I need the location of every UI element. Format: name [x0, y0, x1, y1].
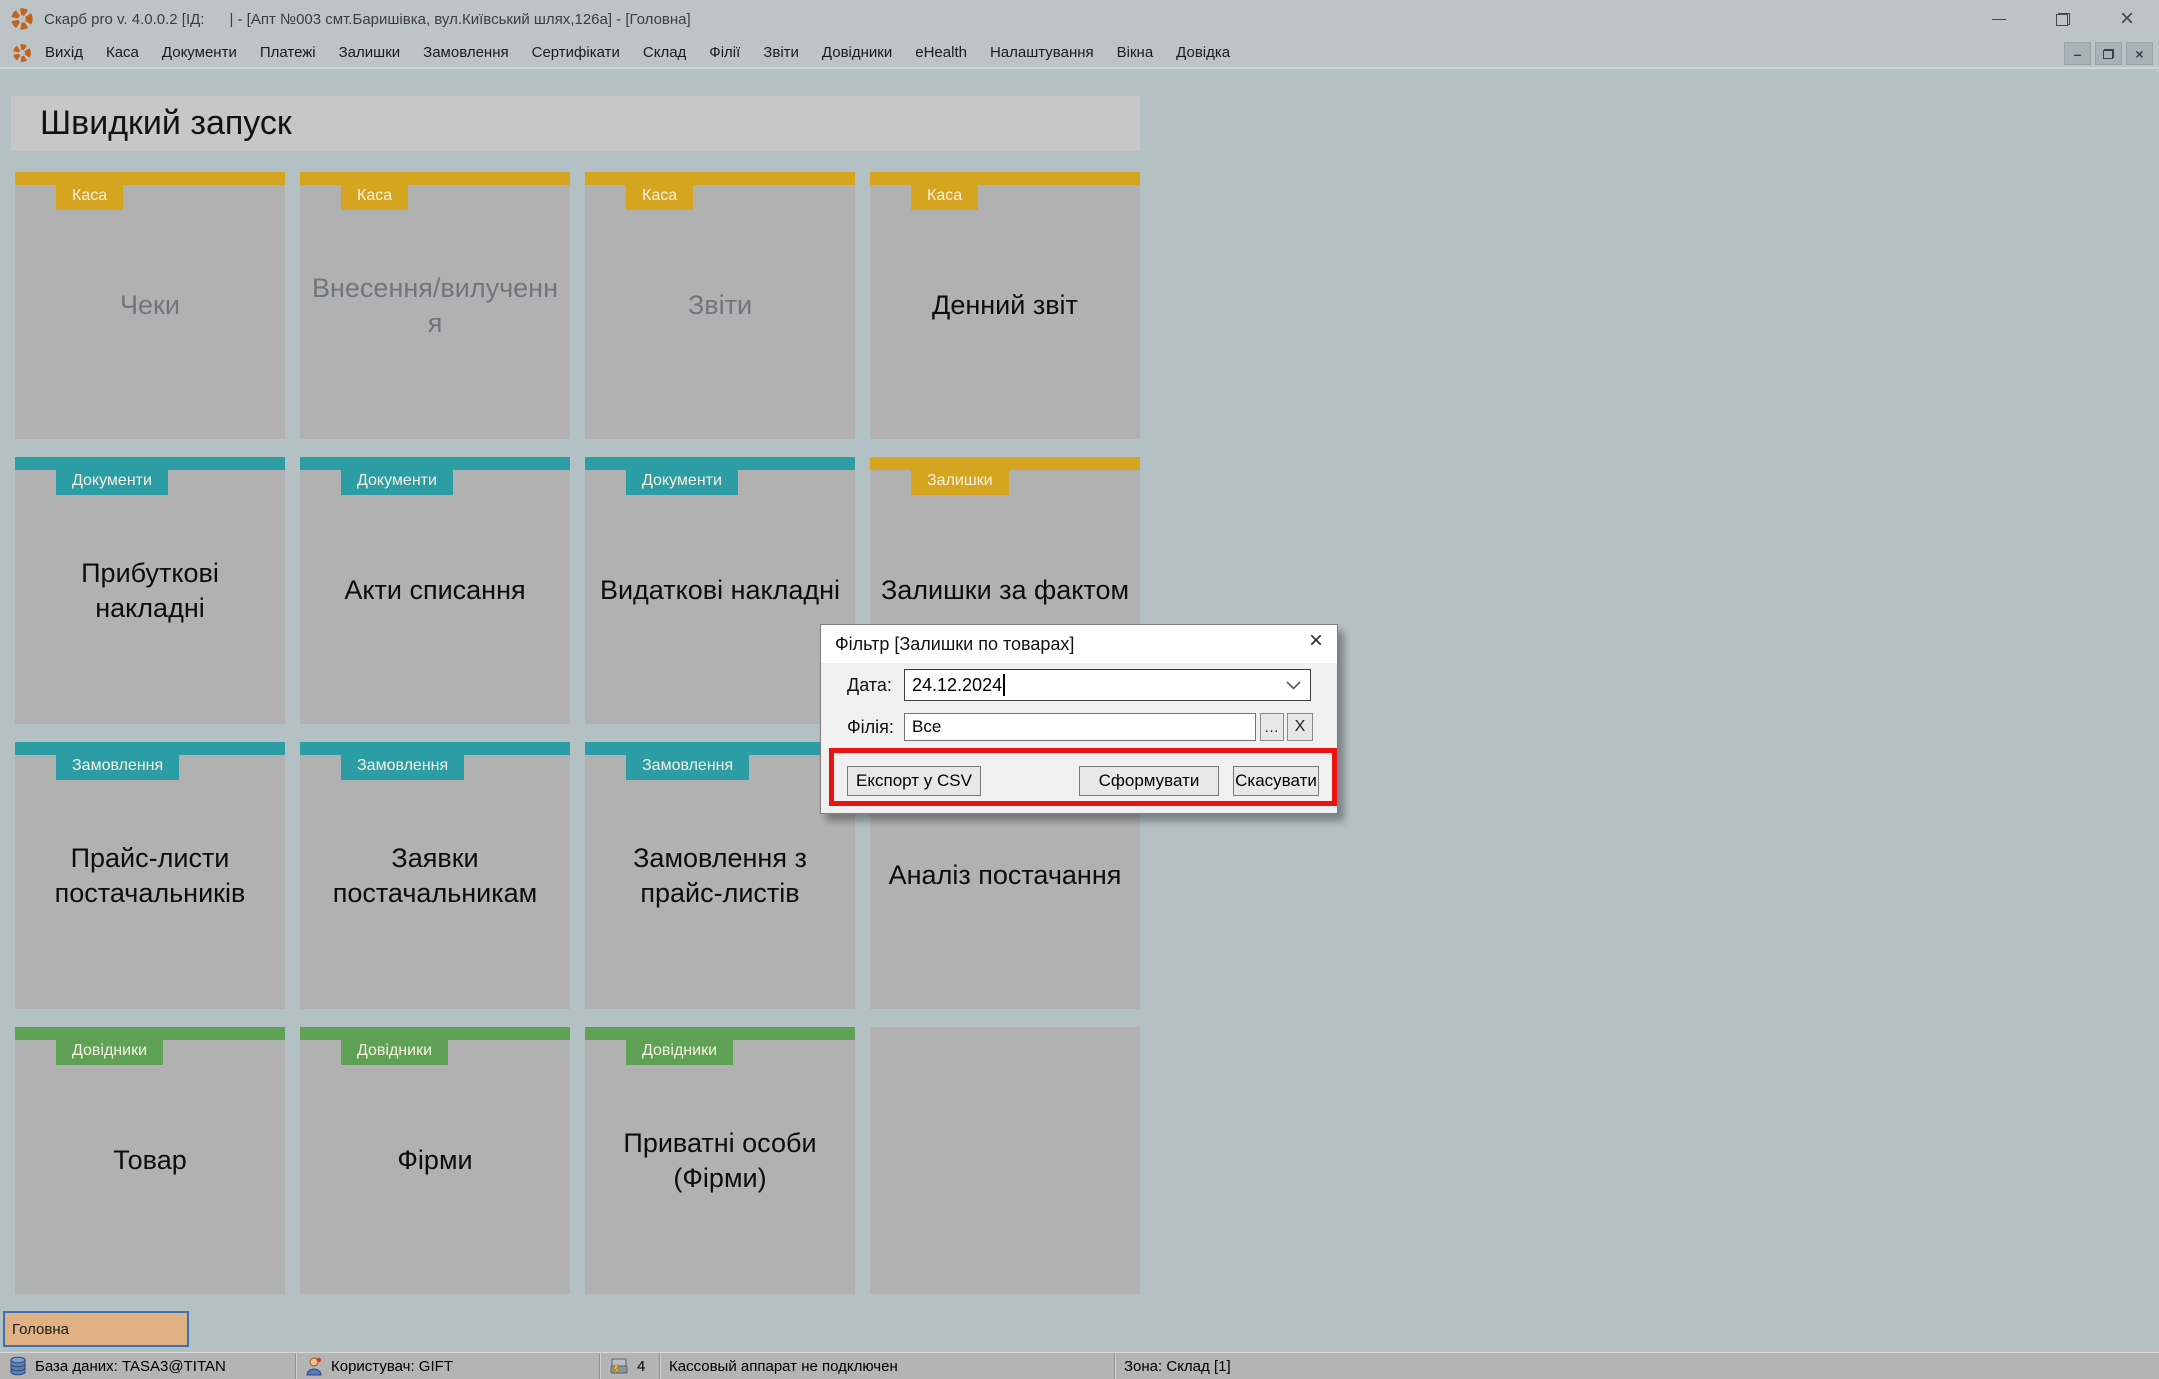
menu-item-залишки[interactable]: Залишки [339, 44, 401, 61]
menu-item-довідники[interactable]: Довідники [822, 44, 892, 61]
status-item: База даних: TASA3@TITAN [0, 1353, 296, 1379]
app-logo-icon [11, 8, 33, 30]
menu-item-довідка[interactable]: Довідка [1176, 44, 1230, 61]
tile-title: Акти списання [344, 575, 526, 606]
export-csv-button[interactable]: Експорт у CSV [847, 766, 981, 796]
menu-item-ehealth[interactable]: eHealth [915, 44, 967, 61]
tile[interactable]: Каса Звіти [585, 172, 855, 439]
tile[interactable]: Документи Видаткові накладні [585, 457, 855, 724]
tile[interactable]: Замовлення Заявки постачальникам [300, 742, 570, 1009]
tab-home-label: Головна [12, 1320, 69, 1338]
tile-title: Видаткові накладні [599, 575, 841, 606]
tile-title: Фірми [397, 1145, 473, 1176]
filter-dialog: Фільтр [Залишки по товарах] × Дата: 24.1… [820, 624, 1338, 814]
menu-bar: Вихід Каса Документи Платежі Залишки Замовлен… [0, 38, 2159, 69]
menu-item-філії[interactable]: Філії [709, 44, 740, 61]
menu-item-вихід[interactable]: Вихід [45, 44, 83, 61]
date-field-label: Дата: [847, 675, 892, 695]
status-item: Зона: Склад [1] [1115, 1353, 2159, 1379]
chevron-down-icon[interactable] [1286, 681, 1301, 690]
tile[interactable]: Каса Внесення/вилучення [300, 172, 570, 439]
window-controls: × [1967, 0, 2159, 38]
tile-title: Прайс-листи постачальників [54, 843, 246, 908]
status-bar: База даних: TASA3@TITAN Користувач: GIFT 4… [0, 1352, 2159, 1379]
window-title: Скарб pro v. 4.0.0.2 [ІД: | - [Апт №003 … [44, 10, 691, 28]
tile-title: Внесення/вилучення [312, 273, 558, 338]
restore-icon[interactable] [2031, 0, 2095, 38]
close-icon[interactable]: × [2095, 0, 2159, 38]
status-item-text: 4 [637, 1357, 646, 1375]
tile-title: Товар [113, 1145, 187, 1176]
generate-button[interactable]: Сформувати [1079, 766, 1219, 796]
page-title: Швидкий запуск [40, 104, 292, 142]
filter-dialog-title: Фільтр [Залишки по товарах] [835, 633, 1075, 654]
mdi-restore-icon[interactable] [2095, 42, 2122, 65]
menu-item-налаштування[interactable]: Налаштування [990, 44, 1094, 61]
tile-empty [870, 1027, 1140, 1294]
window-titlebar: Скарб pro v. 4.0.0.2 [ІД: | - [Апт №003 … [0, 0, 2159, 38]
tile[interactable]: Довідники Фірми [300, 1027, 570, 1294]
app-window: { "window": { "title": "Скарб pro v. 4.0… [0, 0, 2159, 1379]
tile-title: Звіти [687, 290, 753, 321]
menu-item-документи[interactable]: Документи [162, 44, 237, 61]
menu-item-звіти[interactable]: Звіти [763, 44, 799, 61]
date-value: 24.12.2024 [912, 674, 1003, 695]
minimize-icon[interactable] [1967, 0, 2031, 38]
mdi-child-logo-icon [13, 43, 31, 62]
user-icon [305, 1356, 323, 1376]
status-item: 4 [600, 1353, 660, 1379]
menu-item-склад[interactable]: Склад [643, 44, 686, 61]
text-caret [1003, 674, 1005, 696]
branch-clear-button[interactable]: X [1287, 713, 1313, 741]
tab-home[interactable]: Головна [3, 1311, 189, 1347]
menu-item-сертифікати[interactable]: Сертифікати [532, 44, 620, 61]
menu-bar-items: Вихід Каса Документи Платежі Залишки Замовлен… [45, 44, 1230, 61]
status-item: Кассовый аппарат не подключен [660, 1353, 1115, 1379]
status-item-text: Кассовый аппарат не подключен [669, 1357, 898, 1375]
tile-title: Прибуткові накладні [81, 558, 219, 623]
mdi-close-icon[interactable]: × [2126, 42, 2153, 65]
menu-item-платежі[interactable]: Платежі [260, 44, 316, 61]
tile-title: Приватні особи (Фірми) [623, 1128, 817, 1193]
branch-value: Все [912, 717, 942, 736]
branch-input[interactable]: Все [904, 713, 1256, 741]
tile[interactable]: Довідники Товар [15, 1027, 285, 1294]
status-item-text: Зона: Склад [1] [1124, 1357, 1231, 1375]
tile-title: Замовлення з прайс-листів [633, 843, 807, 908]
tile[interactable]: Замовлення Замовлення з прайс-листів [585, 742, 855, 1009]
tile-title: Чеки [120, 290, 180, 321]
tile[interactable]: Замовлення Прайс-листи постачальників [15, 742, 285, 1009]
dialog-close-icon[interactable]: × [1309, 629, 1323, 653]
tile[interactable]: Каса Чеки [15, 172, 285, 439]
tile-title: Денний звіт [932, 290, 1078, 321]
menu-item-замовлення[interactable]: Замовлення [423, 44, 508, 61]
database-icon [9, 1356, 27, 1376]
mdi-minimize-icon[interactable]: – [2064, 42, 2091, 65]
menu-item-вікна[interactable]: Вікна [1117, 44, 1154, 61]
cash-register-icon [609, 1357, 629, 1375]
branch-field-label: Філія: [847, 717, 894, 737]
menu-item-каса[interactable]: Каса [106, 44, 139, 61]
status-item: Користувач: GIFT [296, 1353, 600, 1379]
status-item-text: Користувач: GIFT [331, 1357, 453, 1375]
branch-lookup-button[interactable]: … [1260, 713, 1284, 741]
tile[interactable]: Довідники Приватні особи (Фірми) [585, 1027, 855, 1294]
quick-launch-header: Швидкий запуск [11, 96, 1140, 151]
mdi-window-controls: – × [2064, 42, 2153, 65]
tile[interactable]: Каса Денний звіт [870, 172, 1140, 439]
filter-dialog-titlebar[interactable]: Фільтр [Залишки по товарах] × [821, 625, 1337, 663]
date-combo-input[interactable]: 24.12.2024 [904, 669, 1311, 701]
cancel-button[interactable]: Скасувати [1233, 766, 1319, 796]
status-item-text: База даних: TASA3@TITAN [35, 1357, 226, 1375]
tile[interactable]: Документи Прибуткові накладні [15, 457, 285, 724]
tile-title: Заявки постачальникам [332, 843, 538, 908]
tile[interactable]: Документи Акти списання [300, 457, 570, 724]
